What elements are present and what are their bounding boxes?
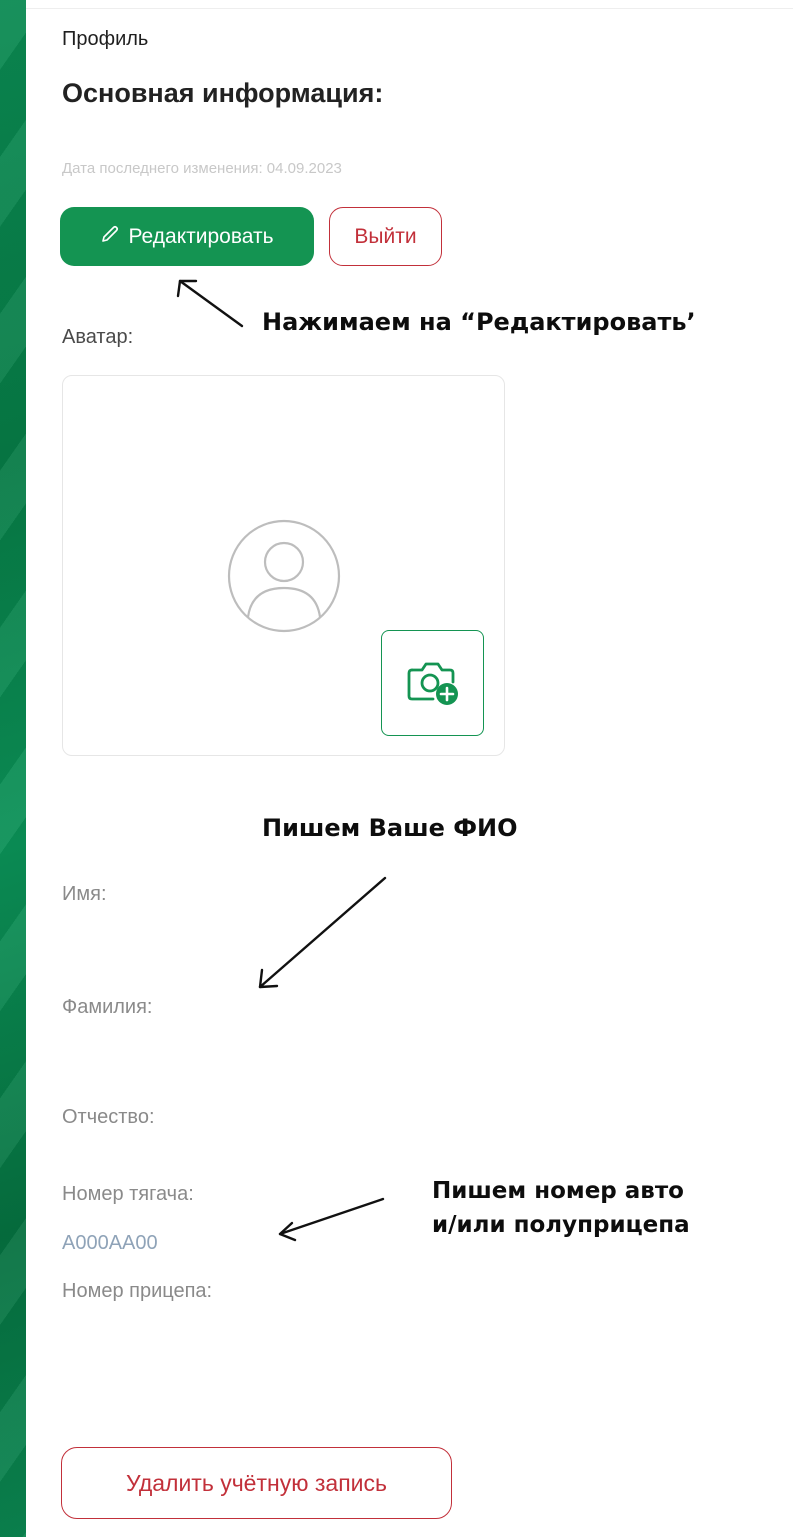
pencil-icon <box>100 224 120 250</box>
annotation-write-number-line1: Пишем номер авто <box>432 1178 684 1204</box>
edit-button-label: Редактировать <box>128 224 274 248</box>
sidebar-strip <box>0 0 26 1537</box>
annotation-write-number: Пишем номер авто и/или полуприцепа <box>432 1174 690 1242</box>
user-placeholder-icon <box>226 518 342 634</box>
arrow-to-number-field <box>278 1197 385 1242</box>
tractor-number-value: A000AA00 <box>62 1232 158 1254</box>
upload-avatar-button[interactable] <box>381 630 484 736</box>
divider <box>26 8 793 9</box>
annotation-write-number-line2: и/или полуприцепа <box>432 1212 690 1238</box>
camera-plus-icon <box>406 656 460 711</box>
page-title: Основная информация: <box>62 78 384 108</box>
surname-label: Фамилия: <box>62 996 153 1018</box>
annotation-click-edit: Нажимаем на “Редактировать’ <box>262 308 696 336</box>
annotation-write-name: Пишем Ваше ФИО <box>262 814 518 842</box>
breadcrumb[interactable]: Профиль <box>62 28 148 51</box>
arrow-to-edit-button <box>176 279 244 328</box>
trailer-number-label: Номер прицепа: <box>62 1280 213 1302</box>
delete-account-button[interactable]: Удалить учётную запись <box>61 1447 452 1519</box>
avatar-label: Аватар: <box>62 326 134 348</box>
exit-button[interactable]: Выйти <box>329 207 442 266</box>
last-changed-date: Дата последнего изменения: 04.09.2023 <box>62 160 342 177</box>
patronymic-label: Отчество: <box>62 1106 155 1128</box>
edit-button[interactable]: Редактировать <box>60 207 314 266</box>
name-label: Имя: <box>62 883 107 905</box>
arrow-to-name-fields <box>258 876 387 989</box>
tractor-number-label: Номер тягача: <box>62 1183 194 1205</box>
